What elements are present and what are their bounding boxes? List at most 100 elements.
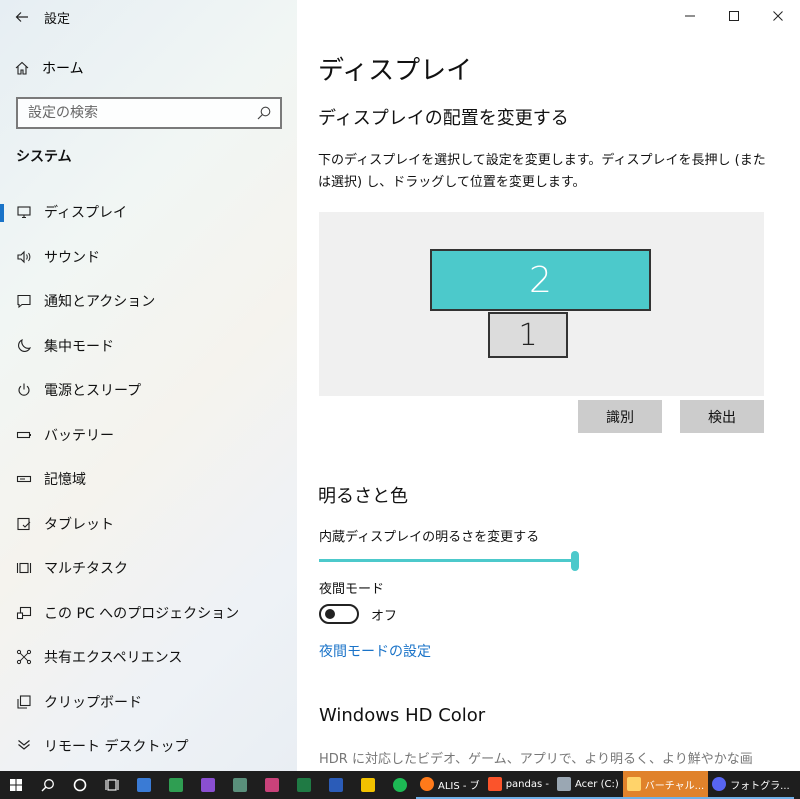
- search-input[interactable]: [28, 105, 248, 121]
- settings-sidebar: 設定 ホーム システム ディスプレイ サウンド: [0, 0, 297, 771]
- hd-color-description: HDR に対応したビデオ、ゲーム、アプリで、より明るく、より鮮やかな画: [319, 752, 753, 767]
- task-view-button[interactable]: [96, 771, 128, 799]
- taskbar-app-files[interactable]: [224, 771, 256, 799]
- sidebar-item-shared-experiences[interactable]: 共有エクスペリエンス: [0, 635, 297, 680]
- spotify-icon: [393, 778, 407, 792]
- photos-app-icon: [169, 778, 183, 792]
- excel-icon: [297, 778, 311, 792]
- title-bar: 設定: [0, 0, 297, 34]
- sidebar-item-label: この PC へのプロジェクション: [44, 605, 240, 622]
- night-mode-settings-link[interactable]: 夜間モードの設定: [319, 641, 431, 661]
- arrange-heading: ディスプレイの配置を変更する: [318, 108, 569, 129]
- sidebar-item-battery[interactable]: バッテリー: [0, 413, 297, 458]
- sidebar-nav: ディスプレイ サウンド 通知とアクション 集中モード 電源とスリープ バッテリー…: [0, 190, 297, 769]
- remote-desktop-icon: [16, 738, 32, 754]
- files-app-icon: [233, 778, 247, 792]
- search-icon[interactable]: [256, 105, 272, 121]
- night-mode-label: 夜間モード: [319, 582, 385, 597]
- sidebar-item-focus-assist[interactable]: 集中モード: [0, 324, 297, 369]
- sidebar-item-label: ディスプレイ: [44, 205, 128, 222]
- taskbar-app-firefox[interactable]: ALIS - ブ: [416, 771, 484, 799]
- battery-icon: [16, 427, 32, 443]
- taskbar-app-folder[interactable]: バーチャル...: [622, 771, 709, 799]
- sidebar-item-power-sleep[interactable]: 電源とスリープ: [0, 368, 297, 413]
- arrow-left-icon: [14, 9, 30, 25]
- display-arrangement-area[interactable]: 2 1: [319, 212, 764, 396]
- sidebar-item-storage[interactable]: 記憶域: [0, 457, 297, 502]
- hd-color-heading: Windows HD Color: [319, 705, 486, 726]
- display-settings-page: ディスプレイ ディスプレイの配置を変更する 下のディスプレイを選択して設定を変更…: [297, 0, 800, 771]
- monitor-2-label: 2: [529, 259, 552, 301]
- brightness-heading: 明るさと色: [318, 486, 408, 507]
- tablet-icon: [16, 516, 32, 532]
- sidebar-item-multitasking[interactable]: マルチタスク: [0, 546, 297, 591]
- cortana-button[interactable]: [64, 771, 96, 799]
- slack-icon: [265, 778, 279, 792]
- slider-thumb[interactable]: [571, 551, 579, 571]
- minimize-icon: [682, 8, 698, 24]
- brave-icon: [487, 777, 502, 791]
- multitask-icon: [16, 560, 32, 576]
- cortana-icon: [72, 777, 88, 793]
- clipboard-icon: [16, 694, 32, 710]
- folder-icon: [626, 777, 641, 791]
- taskbar-app-file-explorer[interactable]: Acer (C:): [552, 771, 623, 799]
- slider-fill: [319, 559, 579, 562]
- brightness-slider[interactable]: [319, 551, 579, 571]
- search-icon: [40, 777, 56, 793]
- mail-app-icon: [137, 778, 151, 792]
- window-controls: [668, 0, 800, 32]
- word-icon: [329, 778, 343, 792]
- home-label: ホーム: [42, 61, 84, 77]
- sidebar-item-clipboard[interactable]: クリップボード: [0, 680, 297, 725]
- taskbar-app-excel[interactable]: [288, 771, 320, 799]
- projection-icon: [16, 605, 32, 621]
- taskbar-app-mail[interactable]: [128, 771, 160, 799]
- sidebar-item-label: 共有エクスペリエンス: [44, 650, 183, 667]
- back-button[interactable]: [0, 0, 44, 34]
- toggle-knob: [325, 609, 335, 619]
- sidebar-item-label: サウンド: [44, 249, 100, 266]
- sidebar-item-home[interactable]: ホーム: [0, 52, 297, 84]
- sidebar-item-tablet[interactable]: タブレット: [0, 502, 297, 547]
- sidebar-item-notifications[interactable]: 通知とアクション: [0, 279, 297, 324]
- detect-button[interactable]: 検出: [680, 400, 764, 433]
- sidebar-item-sound[interactable]: サウンド: [0, 235, 297, 280]
- taskbar-app-spotify[interactable]: [384, 771, 416, 799]
- taskbar-search-button[interactable]: [32, 771, 64, 799]
- sidebar-item-label: 通知とアクション: [44, 294, 156, 311]
- discord-icon: [712, 777, 727, 791]
- settings-search-box[interactable]: [16, 97, 282, 129]
- night-mode-state: オフ: [371, 609, 398, 624]
- minimize-button[interactable]: [668, 0, 712, 32]
- windows-logo-icon: [8, 777, 24, 793]
- close-icon: [770, 8, 786, 24]
- start-button[interactable]: [0, 771, 32, 799]
- maximize-button[interactable]: [712, 0, 756, 32]
- taskbar-app-visual-studio[interactable]: [192, 771, 224, 799]
- share-icon: [16, 649, 32, 665]
- section-title: システム: [16, 149, 72, 165]
- taskbar-app-photos[interactable]: [160, 771, 192, 799]
- night-mode-toggle[interactable]: [319, 604, 359, 624]
- visual-studio-icon: [201, 778, 215, 792]
- sidebar-item-label: バッテリー: [44, 427, 114, 444]
- taskbar-app-sticky-notes[interactable]: [352, 771, 384, 799]
- taskbar-app-label: バーチャル...: [644, 780, 705, 792]
- taskbar-app-brave[interactable]: pandas -: [483, 771, 553, 799]
- firefox-icon: [420, 777, 434, 791]
- taskbar-app-discord[interactable]: フォトグラ...: [708, 771, 794, 799]
- sidebar-item-display[interactable]: ディスプレイ: [0, 190, 297, 235]
- monitor-icon: [16, 204, 32, 220]
- sidebar-item-projection[interactable]: この PC へのプロジェクション: [0, 591, 297, 636]
- monitor-1[interactable]: 1: [488, 312, 568, 358]
- close-button[interactable]: [756, 0, 800, 32]
- taskbar-app-word[interactable]: [320, 771, 352, 799]
- identify-button[interactable]: 識別: [578, 400, 662, 433]
- app-title: 設定: [44, 11, 71, 27]
- monitor-2[interactable]: 2: [430, 249, 651, 311]
- monitor-1-label: 1: [518, 317, 538, 353]
- sidebar-item-label: 電源とスリープ: [44, 383, 142, 400]
- taskbar-app-slack[interactable]: [256, 771, 288, 799]
- sidebar-item-remote-desktop[interactable]: リモート デスクトップ: [0, 724, 297, 769]
